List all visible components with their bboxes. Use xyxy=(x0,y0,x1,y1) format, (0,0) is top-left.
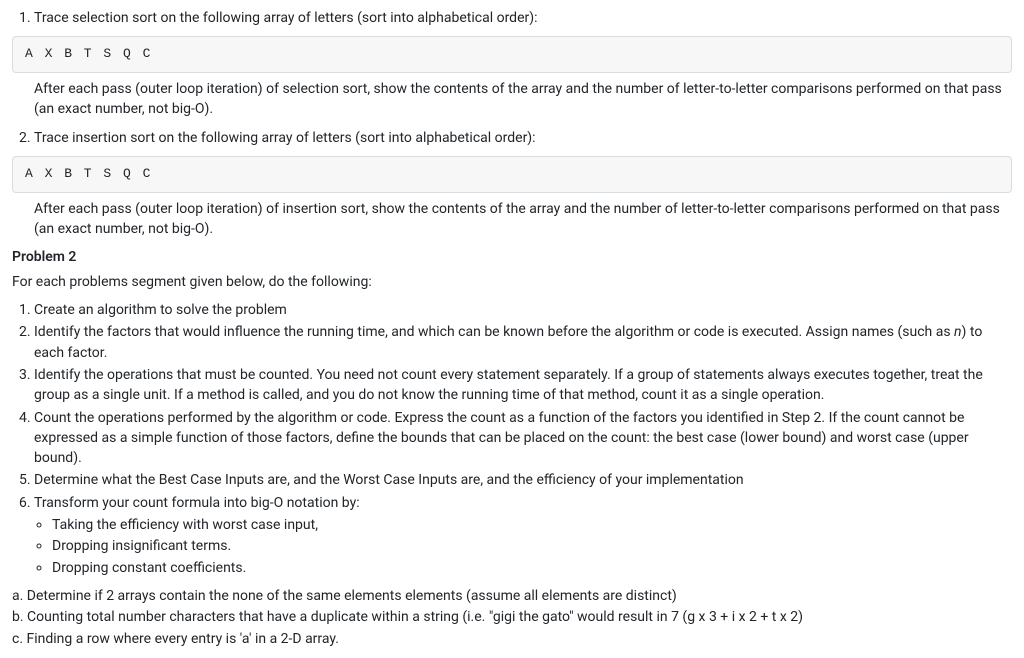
p1-item-1: Trace selection sort on the following ar… xyxy=(34,8,1012,28)
p1-item-2: Trace insertion sort on the following ar… xyxy=(34,128,1012,148)
p1-after-2: After each pass (outer loop iteration) o… xyxy=(12,199,1012,240)
p1-item-2-text: Trace insertion sort on the following ar… xyxy=(34,130,536,146)
problem-2-tasks: a. Determine if 2 arrays contain the non… xyxy=(12,586,1012,649)
p2-step-5: Determine what the Best Case Inputs are,… xyxy=(34,470,1012,490)
p2-task-b: b. Counting total number characters that… xyxy=(12,607,1012,627)
p1-item-1-text: Trace selection sort on the following ar… xyxy=(34,10,538,26)
p2-step-6-text: Transform your count formula into big-O … xyxy=(34,495,360,511)
p2-step-2-pre: Identify the factors that would influenc… xyxy=(34,324,954,340)
problem-2-intro: For each problems segment given below, d… xyxy=(12,272,1012,292)
problem-1-list: Trace selection sort on the following ar… xyxy=(12,8,1012,28)
problem-2-heading: Problem 2 xyxy=(12,247,1012,267)
p2-step-6c: Dropping constant coefficients. xyxy=(52,558,1012,578)
p1-after-1: After each pass (outer loop iteration) o… xyxy=(12,79,1012,120)
code-box-1-text: A X B T S Q C xyxy=(25,46,152,61)
p2-step-2-n: n xyxy=(954,324,962,340)
p2-step-4: Count the operations performed by the al… xyxy=(34,408,1012,469)
p2-step-3: Identify the operations that must be cou… xyxy=(34,365,1012,406)
p2-task-c: c. Finding a row where every entry is 'a… xyxy=(12,629,1012,649)
p2-step-1: Create an algorithm to solve the problem xyxy=(34,300,1012,320)
problem-2-steps: Create an algorithm to solve the problem… xyxy=(12,300,1012,578)
p2-step-2: Identify the factors that would influenc… xyxy=(34,322,1012,363)
p2-task-a: a. Determine if 2 arrays contain the non… xyxy=(12,586,1012,606)
code-box-1: A X B T S Q C xyxy=(12,36,1012,73)
p2-step-6b: Dropping insignificant terms. xyxy=(52,536,1012,556)
p2-step-6a: Taking the efficiency with worst case in… xyxy=(52,515,1012,535)
code-box-2: A X B T S Q C xyxy=(12,156,1012,193)
code-box-2-text: A X B T S Q C xyxy=(25,166,152,181)
p2-step-6: Transform your count formula into big-O … xyxy=(34,493,1012,578)
p2-step-6-sub: Taking the efficiency with worst case in… xyxy=(34,515,1012,578)
problem-1-list-cont: Trace insertion sort on the following ar… xyxy=(12,128,1012,148)
